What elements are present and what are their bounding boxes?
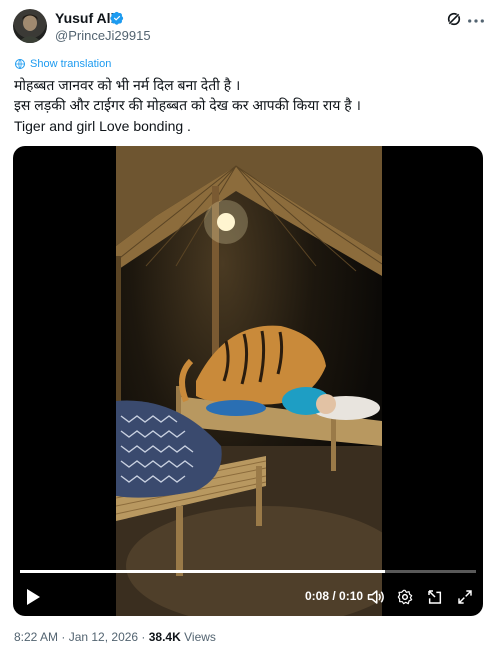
more-icon[interactable] [467, 12, 485, 30]
translate-icon [15, 59, 25, 69]
video-progress-track[interactable] [20, 570, 476, 573]
views-count: 38.4K [148, 630, 181, 644]
verified-badge-icon [110, 11, 124, 25]
show-translation-label: Show translation [30, 58, 112, 70]
show-translation-button[interactable]: Show translation [14, 58, 111, 70]
play-icon[interactable] [25, 588, 41, 606]
views-label: Views [180, 630, 216, 644]
settings-icon[interactable] [397, 589, 413, 605]
popout-icon[interactable] [427, 589, 443, 605]
tweet-text-line: इस लड़की और टाईगर की मोहब्बत को देख कर आ… [14, 97, 361, 113]
volume-icon[interactable] [367, 589, 385, 605]
avatar[interactable] [13, 9, 47, 43]
video-time: 0:08 / 0:10 [305, 589, 364, 603]
author-name[interactable]: Yusuf Ali [55, 10, 114, 27]
tweet-timestamp[interactable]: 8:22 AM · Jan 12, 2026 · [14, 630, 149, 644]
tweet-meta: 8:22 AM · Jan 12, 2026 · 38.4K Views [14, 630, 216, 644]
video-frame [116, 146, 382, 616]
tweet-text-line: Tiger and girl Love bonding . [14, 118, 191, 134]
video-progress-fill [20, 570, 385, 573]
tweet-text-line: मोहब्बत जानवर को भी नर्म दिल बना देती है… [14, 77, 241, 93]
fullscreen-icon[interactable] [457, 589, 473, 605]
author-handle[interactable]: @PrinceJi29915 [55, 28, 151, 44]
grok-icon[interactable] [446, 11, 462, 27]
video-player[interactable]: 0:08 / 0:10 [13, 146, 483, 616]
